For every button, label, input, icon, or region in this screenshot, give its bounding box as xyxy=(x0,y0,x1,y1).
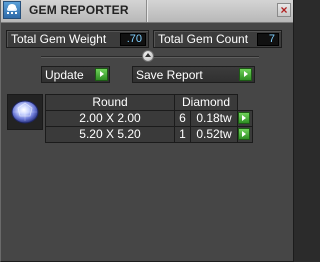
round-diamond-gem-icon[interactable] xyxy=(7,94,43,130)
table-header-row: Round Diamond xyxy=(45,94,253,111)
gem-size-cell: 5.20 X 5.20 xyxy=(45,126,175,143)
total-gem-weight-label: Total Gem Weight xyxy=(11,32,107,46)
gem-reporter-app-icon xyxy=(3,1,21,19)
gem-reporter-window: GEM REPORTER × Total Gem Weight .70 Tota… xyxy=(0,0,294,262)
update-button[interactable]: Update xyxy=(41,66,110,83)
gem-icon-graphic xyxy=(11,100,39,124)
shape-header: Round xyxy=(45,94,175,111)
gem-count-cell: 6 xyxy=(174,110,191,127)
update-button-label: Update xyxy=(45,68,84,82)
gem-count-cell: 1 xyxy=(174,126,191,143)
row-go-cell xyxy=(237,110,253,127)
window-title: GEM REPORTER xyxy=(29,3,129,17)
play-arrow-icon[interactable] xyxy=(238,128,250,140)
play-arrow-icon[interactable] xyxy=(239,68,252,81)
total-gem-count-value: 7 xyxy=(257,33,279,46)
play-arrow-icon[interactable] xyxy=(95,68,108,81)
save-report-button-label: Save Report xyxy=(136,68,203,82)
row-go-cell xyxy=(237,126,253,143)
gem-weight-cell: 0.52tw xyxy=(190,126,238,143)
title-bar[interactable]: GEM REPORTER × xyxy=(1,0,293,23)
total-gem-count-label: Total Gem Count xyxy=(158,32,249,46)
gem-size-cell: 2.00 X 2.00 xyxy=(45,110,175,127)
close-icon[interactable]: × xyxy=(277,3,291,17)
header-spacer xyxy=(238,95,253,111)
save-report-button[interactable]: Save Report xyxy=(132,66,255,83)
collapse-up-icon[interactable] xyxy=(142,50,154,62)
gem-results-table: Round Diamond 2.00 X 2.00 6 0.18tw 5.20 … xyxy=(45,94,253,143)
gem-weight-cell: 0.18tw xyxy=(190,110,238,127)
title-bar-divider xyxy=(146,0,147,22)
table-row[interactable]: 5.20 X 5.20 1 0.52tw xyxy=(45,126,253,143)
material-header: Diamond xyxy=(174,94,238,111)
total-gem-count-field: Total Gem Count 7 xyxy=(153,30,282,48)
total-gem-weight-field: Total Gem Weight .70 xyxy=(6,30,149,48)
table-row[interactable]: 2.00 X 2.00 6 0.18tw xyxy=(45,110,253,127)
total-gem-weight-value: .70 xyxy=(120,33,146,46)
play-arrow-icon[interactable] xyxy=(238,112,250,124)
